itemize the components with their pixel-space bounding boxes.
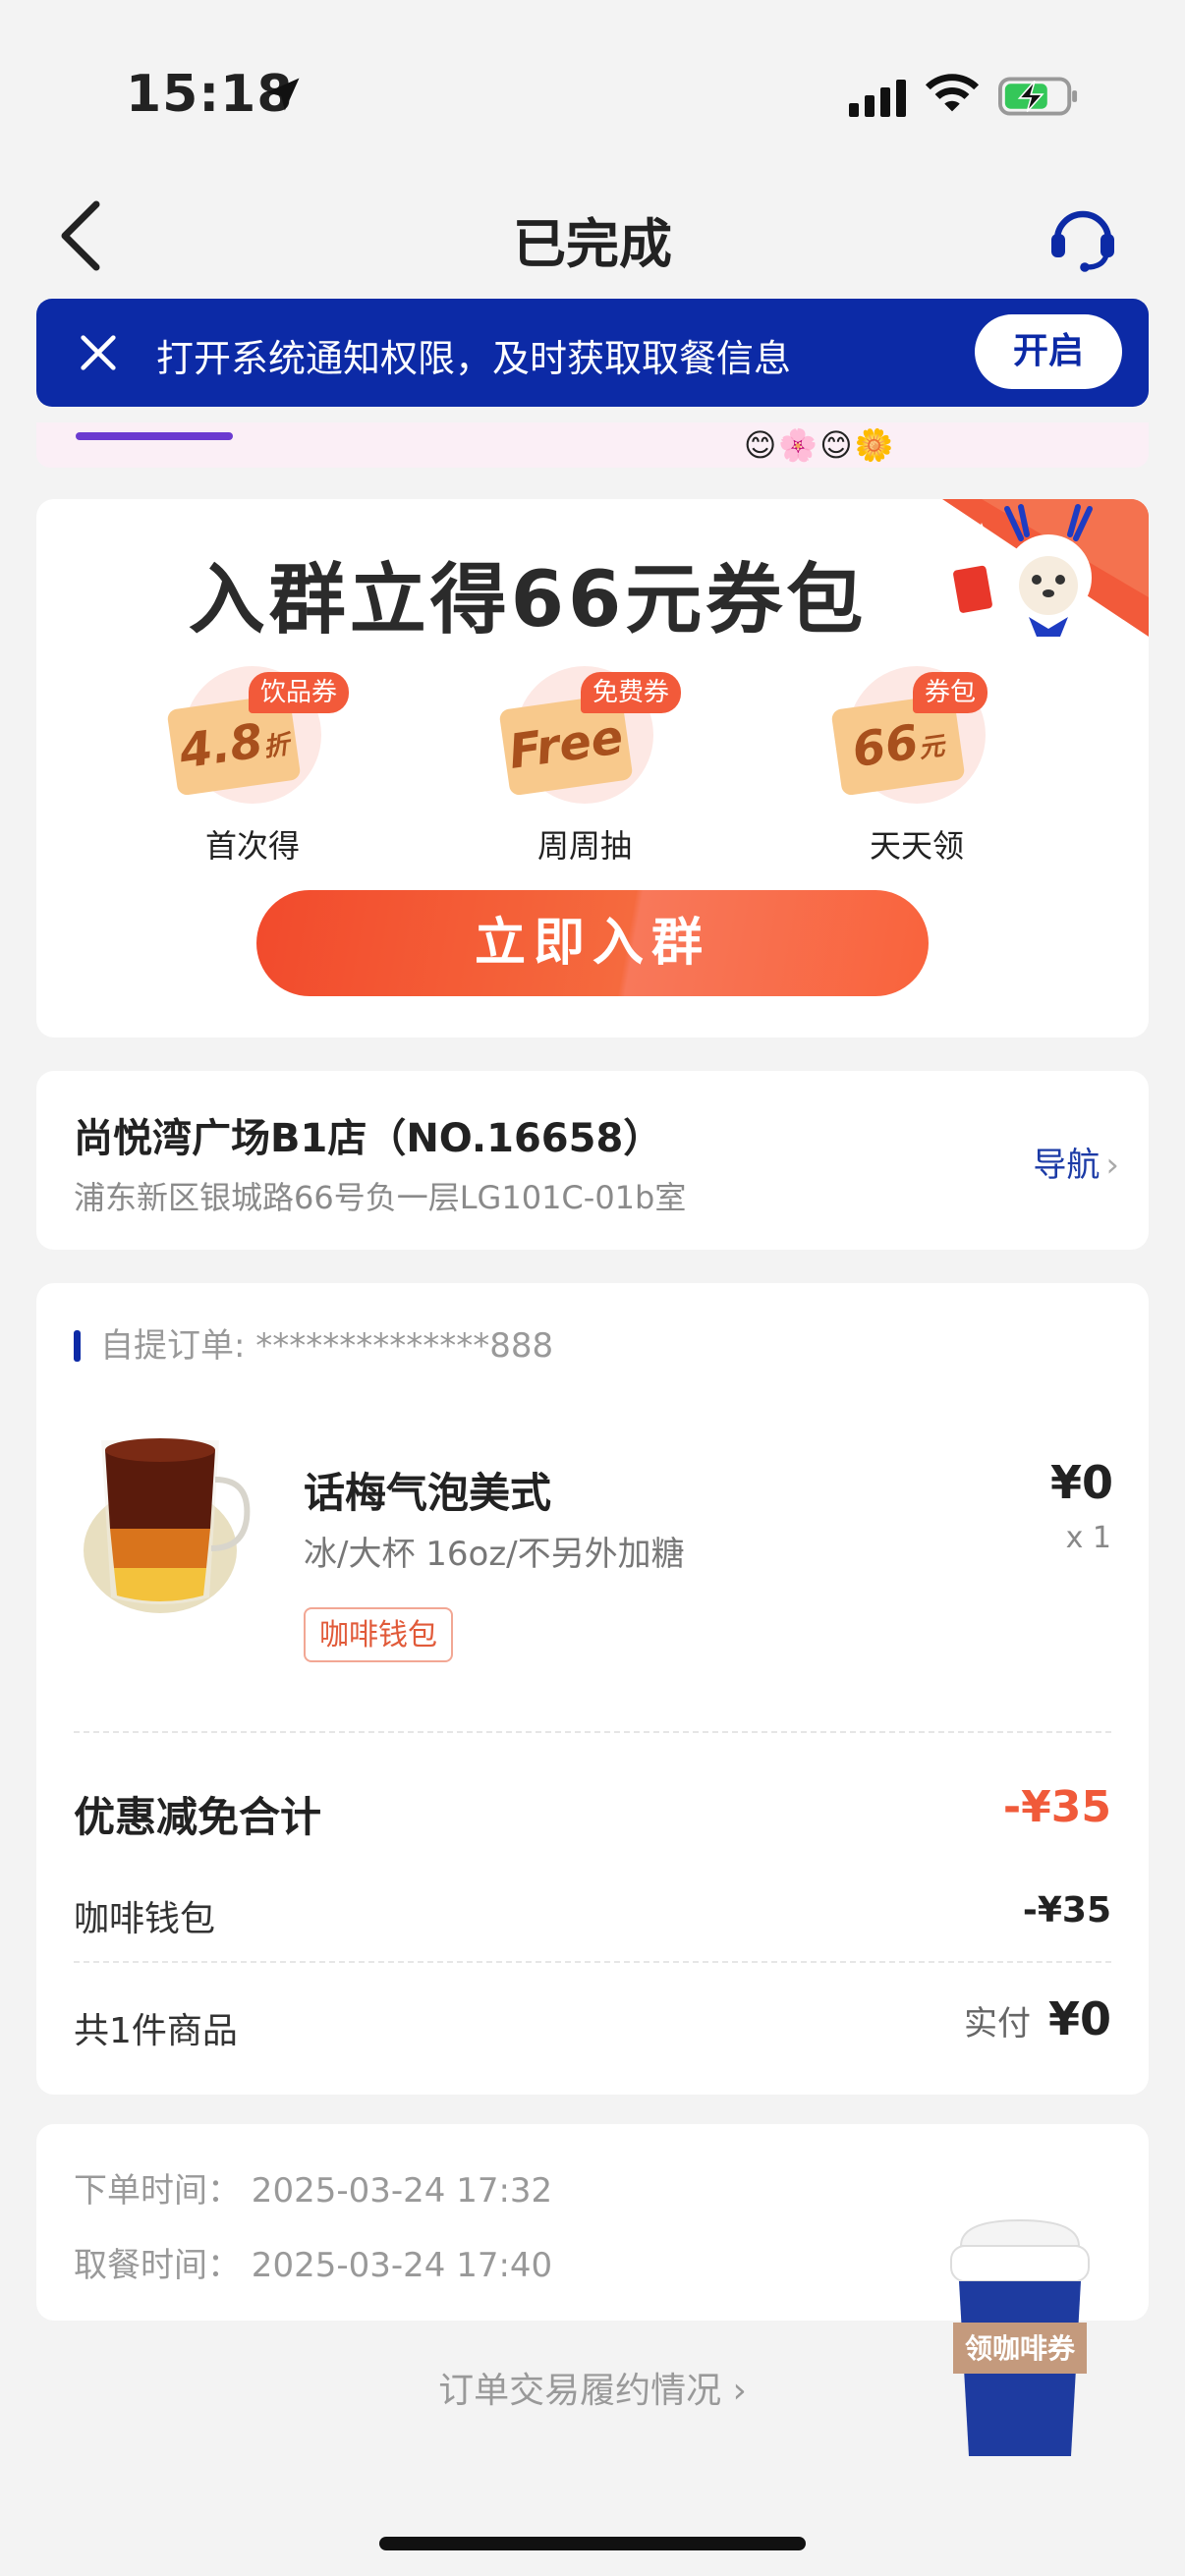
perk-tag: 券包 bbox=[913, 672, 988, 713]
nav-bar: 已完成 bbox=[0, 167, 1185, 295]
floating-coupon-label: 领咖啡券 bbox=[965, 2332, 1076, 2365]
partial-banner-emoji-decoration: 😊🌸😊🌼 bbox=[744, 426, 896, 464]
perk-label: 首次得 bbox=[204, 827, 300, 865]
product-spec: 冰/大杯 16oz/不另外加糖 bbox=[304, 1535, 685, 1574]
section-accent-bar bbox=[74, 1330, 81, 1362]
payment-method-tag: 咖啡钱包 bbox=[304, 1607, 453, 1662]
status-bar: 15:18 bbox=[0, 0, 1185, 167]
item-count-label: 共1件商品 bbox=[74, 2011, 238, 2051]
product-quantity: x 1 bbox=[1065, 1521, 1111, 1555]
order-card: 自提订单: **************888 话梅气泡美式 冰/大杯 16oz… bbox=[36, 1283, 1149, 2095]
order-time: 下单时间： 2025-03-24 17:32 bbox=[74, 2171, 553, 2211]
perk-label: 天天领 bbox=[869, 827, 964, 865]
order-fulfillment-link[interactable]: 订单交易履约情况 › bbox=[0, 2362, 1185, 2413]
perk-tag: 免费券 bbox=[581, 672, 682, 713]
notification-banner-text: 打开系统通知权限，及时获取取餐信息 bbox=[156, 337, 792, 380]
close-icon[interactable] bbox=[76, 330, 121, 375]
discount-total-label: 优惠减免合计 bbox=[74, 1793, 322, 1841]
perk-ticket-art: Free 免费券 bbox=[486, 666, 683, 804]
pickup-time: 取餐时间： 2025-03-24 17:40 bbox=[74, 2246, 553, 2285]
perk-ticket-art: 4.8折 饮品券 bbox=[154, 666, 351, 804]
paid-label: 实付 bbox=[963, 2004, 1031, 2044]
store-navigation-button[interactable]: 导航 › bbox=[1033, 1138, 1119, 1186]
location-arrow-icon bbox=[266, 78, 300, 111]
mascot-illustration bbox=[942, 499, 1149, 637]
partial-banner-strip: 😊🌸😊🌼 bbox=[36, 422, 1149, 468]
wifi-icon bbox=[925, 74, 980, 112]
perk-first-order: 4.8折 饮品券 首次得 bbox=[144, 666, 361, 867]
product-image bbox=[84, 1438, 251, 1613]
divider bbox=[74, 1731, 1111, 1733]
store-card: 尚悦湾广场B1店（NO.16658） 浦东新区银城路66号负一层LG101C-0… bbox=[36, 1071, 1149, 1250]
perk-weekly-draw: Free 免费券 周周抽 bbox=[477, 666, 693, 867]
store-name: 尚悦湾广场B1店（NO.16658） bbox=[74, 1116, 663, 1161]
product-name: 话梅气泡美式 bbox=[304, 1469, 552, 1517]
store-navigation-label: 导航 bbox=[1033, 1146, 1100, 1185]
paid-value: ¥0 bbox=[1047, 1992, 1111, 2045]
partial-banner-bar bbox=[76, 432, 233, 440]
notification-permission-banner: 打开系统通知权限，及时获取取餐信息 开启 bbox=[36, 299, 1149, 407]
paid-amount: 实付 ¥0 bbox=[964, 1992, 1111, 2045]
chevron-right-icon: › bbox=[732, 2371, 747, 2411]
cellular-signal-icon bbox=[849, 80, 906, 117]
customer-service-headset-icon[interactable] bbox=[1044, 196, 1122, 275]
join-group-button[interactable]: 立即入群 bbox=[256, 890, 929, 996]
wallet-discount-label: 咖啡钱包 bbox=[74, 1899, 216, 1939]
perk-tag: 饮品券 bbox=[249, 672, 350, 713]
perk-label: 周周抽 bbox=[536, 827, 632, 865]
page-title: 已完成 bbox=[513, 213, 672, 275]
enable-notifications-button[interactable]: 开启 bbox=[975, 314, 1122, 389]
promo-title: 入群立得66元券包 bbox=[188, 556, 868, 644]
battery-charging-icon bbox=[998, 77, 1078, 116]
store-address: 浦东新区银城路66号负一层LG101C-01b室 bbox=[74, 1179, 687, 1216]
wallet-discount-value: -¥35 bbox=[1022, 1890, 1111, 1931]
divider bbox=[74, 1961, 1111, 1963]
floating-coffee-coupon-button[interactable]: 领咖啡券 bbox=[945, 2211, 1095, 2466]
perk-daily-claim: 66元 券包 天天领 bbox=[809, 666, 1025, 867]
perk-ticket-art: 66元 券包 bbox=[818, 666, 1015, 804]
group-promo-card: 入群立得66元券包 4.8折 饮品券 首次得 Free 免费券 周周抽 66元 … bbox=[36, 499, 1149, 1037]
discount-total-value: -¥35 bbox=[1002, 1782, 1111, 1832]
chevron-right-icon: › bbox=[1105, 1146, 1119, 1185]
order-number-header: 自提订单: **************888 bbox=[74, 1318, 553, 1367]
home-indicator bbox=[379, 2537, 806, 2550]
product-price: ¥0 bbox=[1049, 1456, 1113, 1509]
